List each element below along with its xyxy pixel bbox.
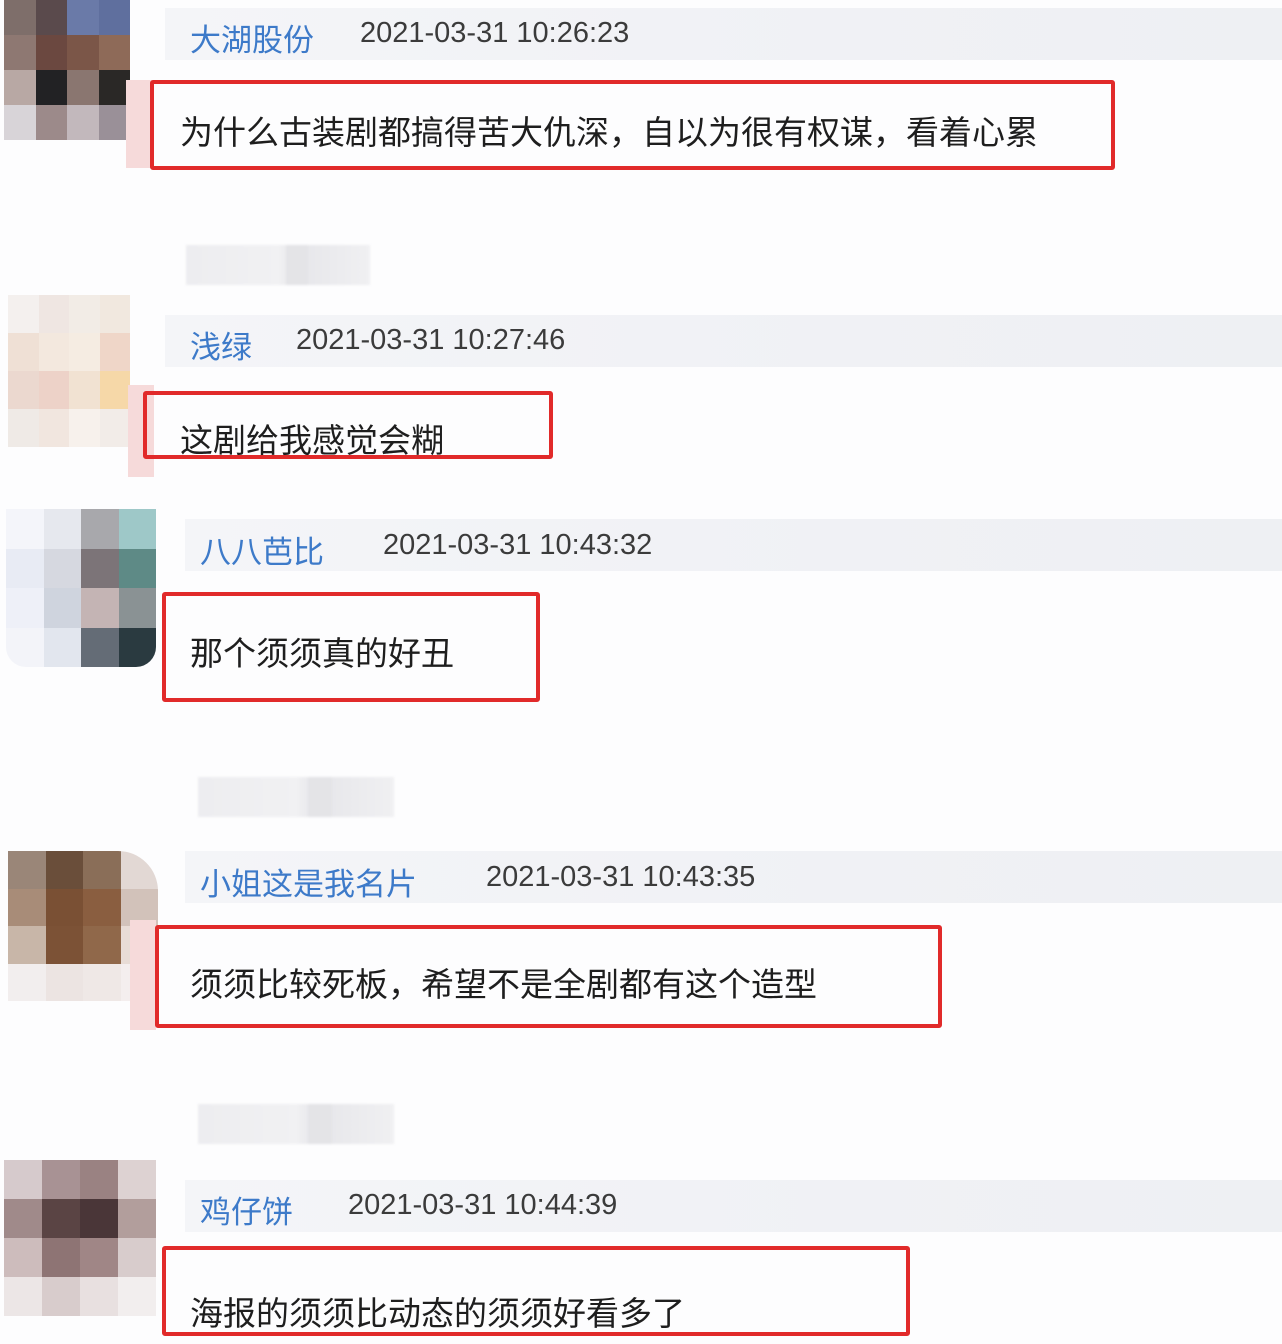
username-link[interactable]: 鸡仔饼: [200, 1187, 293, 1232]
timestamp: 2021-03-31 10:44:39: [348, 1189, 618, 1221]
blurred-reply: [186, 245, 370, 285]
avatar[interactable]: [4, 1160, 156, 1316]
username-link[interactable]: 小姐这是我名片: [200, 859, 417, 904]
comment-item: 大湖股份 2021-03-31 10:26:23 为什么古装剧都搞得苦大仇深，自…: [0, 0, 1282, 200]
comment-text: 海报的须须比动态的须须好看多了: [190, 1294, 685, 1333]
comment-item: 鸡仔饼 2021-03-31 10:44:39 海报的须须比动态的须须好看多了: [0, 1160, 1282, 1344]
avatar[interactable]: [8, 295, 130, 447]
comment-item: 八八芭比 2021-03-31 10:43:32 那个须须真的好丑: [0, 505, 1282, 715]
comment-feed: 大湖股份 2021-03-31 10:26:23 为什么古装剧都搞得苦大仇深，自…: [0, 0, 1282, 1344]
comment-text: 为什么古装剧都搞得苦大仇深，自以为很有权谋，看着心累: [180, 113, 1038, 152]
username-link[interactable]: 浅绿: [190, 322, 252, 367]
timestamp: 2021-03-31 10:27:46: [296, 324, 566, 356]
username-link[interactable]: 大湖股份: [190, 15, 314, 60]
timestamp: 2021-03-31 10:26:23: [360, 17, 630, 49]
comment-text: 那个须须真的好丑: [190, 634, 454, 673]
timestamp: 2021-03-31 10:43:35: [486, 861, 756, 893]
avatar[interactable]: [4, 0, 130, 140]
blurred-reply: [198, 777, 394, 817]
avatar[interactable]: [6, 509, 156, 667]
blurred-reply: [198, 1104, 394, 1144]
comment-header: [185, 519, 1282, 571]
bubble-accent: [126, 80, 152, 168]
comment-item: 小姐这是我名片 2021-03-31 10:43:35 须须比较死板，希望不是全…: [0, 845, 1282, 1045]
timestamp: 2021-03-31 10:43:32: [383, 529, 653, 561]
comment-text: 这剧给我感觉会糊: [180, 421, 444, 460]
bubble-accent: [130, 920, 156, 1030]
comment-item: 浅绿 2021-03-31 10:27:46 这剧给我感觉会糊: [0, 295, 1282, 485]
comment-header: [165, 8, 1282, 60]
username-link[interactable]: 八八芭比: [200, 527, 324, 572]
comment-text: 须须比较死板，希望不是全剧都有这个造型: [190, 965, 817, 1004]
